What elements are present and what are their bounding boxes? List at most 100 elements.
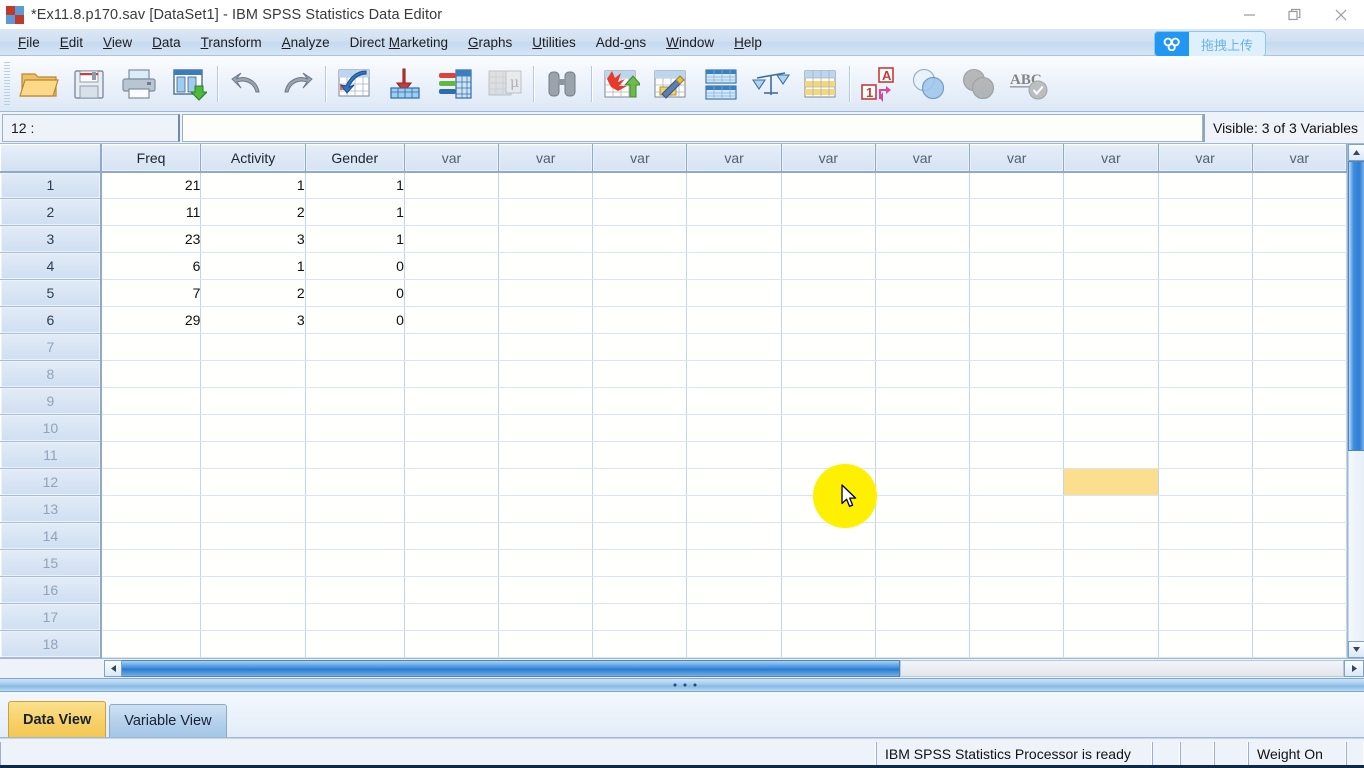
grid-cell[interactable] <box>1252 495 1348 523</box>
grid-cell[interactable] <box>404 225 500 253</box>
open-file-button[interactable] <box>14 59 64 109</box>
menu-analyze[interactable]: Analyze <box>272 33 340 52</box>
grid-cell[interactable] <box>1158 171 1253 199</box>
grid-cell[interactable] <box>498 441 594 469</box>
grid-cell[interactable]: 1 <box>305 225 405 253</box>
grid-cell[interactable] <box>200 468 306 496</box>
grid-cell[interactable] <box>200 387 306 415</box>
run-descriptives-button[interactable]: μ <box>480 59 530 109</box>
grid-cell[interactable] <box>592 441 688 469</box>
grid-cell[interactable] <box>875 279 971 307</box>
grid-cell[interactable] <box>498 333 594 361</box>
grid-cell[interactable] <box>686 603 782 631</box>
grid-cell[interactable] <box>875 603 971 631</box>
grid-cell[interactable] <box>875 441 971 469</box>
grid-cell[interactable] <box>875 414 971 442</box>
spell-check-button[interactable]: ABC <box>1004 59 1054 109</box>
row-header-14[interactable]: 14 <box>0 522 102 550</box>
grid-cell[interactable] <box>875 522 971 550</box>
print-button[interactable] <box>114 59 164 109</box>
grid-cell[interactable] <box>592 468 688 496</box>
close-icon[interactable] <box>1318 0 1364 29</box>
grid-cell[interactable] <box>200 576 306 604</box>
grid-cell[interactable] <box>969 225 1065 253</box>
grid-cell[interactable] <box>100 549 202 577</box>
grid-cell[interactable] <box>498 495 594 523</box>
grid-cell[interactable] <box>1158 198 1253 226</box>
grid-cell[interactable] <box>875 306 971 334</box>
grid-cell[interactable] <box>305 495 405 523</box>
row-header-5[interactable]: 5 <box>0 279 102 307</box>
find-button[interactable] <box>538 59 588 109</box>
grid-cell[interactable] <box>686 576 782 604</box>
grid-cell[interactable] <box>404 252 500 280</box>
column-header-var-6[interactable]: var <box>686 144 782 173</box>
menu-direct-marketing[interactable]: Direct Marketing <box>340 33 458 52</box>
grid-cell[interactable] <box>686 198 782 226</box>
grid-cell[interactable] <box>100 360 202 388</box>
grid-cell[interactable] <box>305 360 405 388</box>
grid-cell[interactable] <box>592 198 688 226</box>
grid-cell[interactable] <box>1252 630 1348 658</box>
grid-cell[interactable] <box>686 306 782 334</box>
grid-cell[interactable] <box>100 387 202 415</box>
grid-cell[interactable] <box>969 549 1065 577</box>
row-header-10[interactable]: 10 <box>0 414 102 442</box>
pane-splitter[interactable] <box>0 678 1364 692</box>
grid-cell[interactable] <box>686 387 782 415</box>
grid-cell[interactable] <box>100 630 202 658</box>
grid-cell[interactable]: 6 <box>100 252 202 280</box>
grid-cell[interactable] <box>404 279 500 307</box>
grid-cell[interactable] <box>875 252 971 280</box>
grid-cell[interactable] <box>686 171 782 199</box>
grid-cell[interactable] <box>1063 522 1159 550</box>
grid-cell[interactable] <box>1252 414 1348 442</box>
grid-cell[interactable] <box>686 495 782 523</box>
grid-cell[interactable] <box>781 306 876 334</box>
grid-cell[interactable] <box>781 468 876 496</box>
grid-cell[interactable] <box>1252 360 1348 388</box>
baidu-upload-button[interactable]: 拖拽上传 <box>1153 31 1266 57</box>
grid-cell[interactable] <box>498 252 594 280</box>
grid-cell[interactable] <box>1158 360 1253 388</box>
horizontal-scrollbar[interactable] <box>0 658 1364 678</box>
grid-cell[interactable] <box>1252 522 1348 550</box>
grid-cell[interactable] <box>781 198 876 226</box>
vertical-scrollbar[interactable] <box>1347 144 1364 658</box>
grid-cell[interactable] <box>1252 333 1348 361</box>
grid-cell[interactable] <box>1063 549 1159 577</box>
grid-cell[interactable] <box>1252 576 1348 604</box>
grid-cell[interactable] <box>969 279 1065 307</box>
grid-cell[interactable] <box>404 603 500 631</box>
grid-cell[interactable] <box>969 603 1065 631</box>
grid-cell[interactable] <box>686 414 782 442</box>
grid-cell[interactable] <box>781 576 876 604</box>
grid-cell[interactable] <box>498 522 594 550</box>
column-header-activity[interactable]: Activity <box>200 144 306 173</box>
grid-cell[interactable] <box>1158 225 1253 253</box>
grid-cell[interactable] <box>875 225 971 253</box>
cell-value-input[interactable] <box>182 113 1203 142</box>
grid-cell[interactable]: 2 <box>200 279 306 307</box>
grid-cell[interactable] <box>1158 630 1253 658</box>
grid-cell[interactable] <box>305 333 405 361</box>
grid-cell[interactable] <box>686 333 782 361</box>
grid-cell[interactable] <box>781 522 876 550</box>
menu-utilities[interactable]: Utilities <box>522 33 586 52</box>
grid-cell[interactable] <box>781 549 876 577</box>
grid-cell[interactable] <box>1252 279 1348 307</box>
grid-cell[interactable] <box>404 306 500 334</box>
weight-cases-button[interactable] <box>746 59 796 109</box>
grid-cell[interactable] <box>200 630 306 658</box>
tab-variable-view[interactable]: Variable View <box>109 704 227 737</box>
grid-cell[interactable] <box>404 333 500 361</box>
grid-cell[interactable] <box>592 630 688 658</box>
column-header-var-5[interactable]: var <box>592 144 688 173</box>
grid-cell[interactable] <box>404 495 500 523</box>
grid-cell[interactable] <box>1158 549 1253 577</box>
value-labels-button[interactable]: A 1 <box>854 59 904 109</box>
grid-cell[interactable] <box>200 360 306 388</box>
grid-cell[interactable] <box>305 549 405 577</box>
grid-cell[interactable]: 23 <box>100 225 202 253</box>
grid-cell[interactable] <box>498 414 594 442</box>
